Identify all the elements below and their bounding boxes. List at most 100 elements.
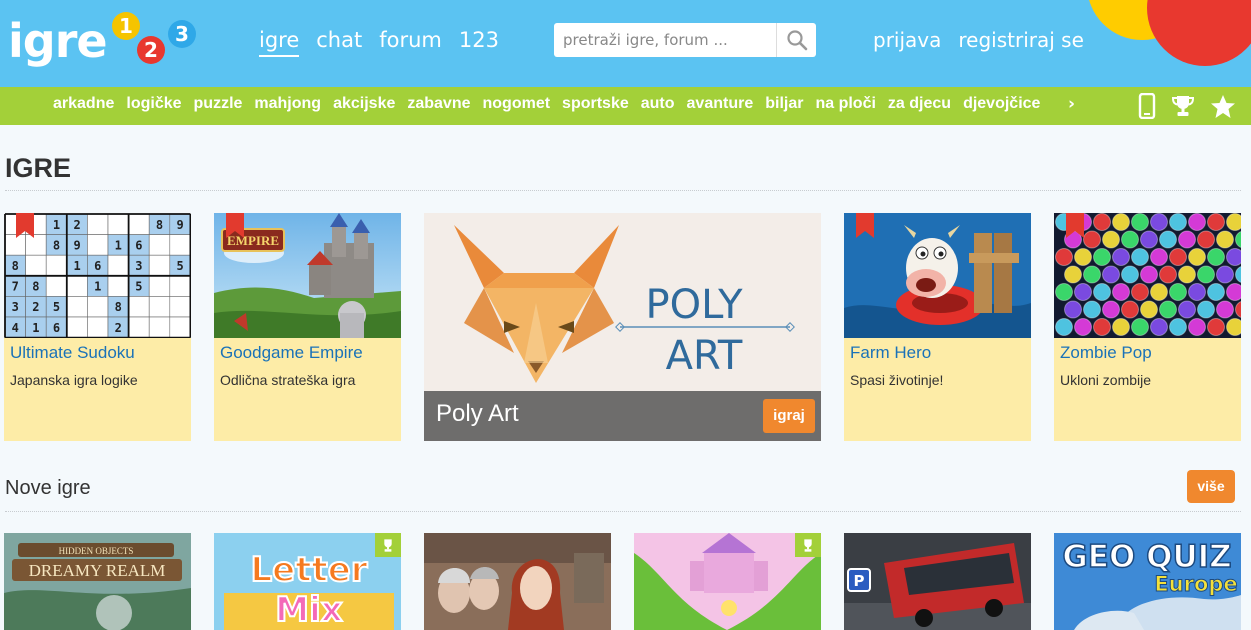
game-thumbnail-empire[interactable]: EMPIRE	[214, 213, 401, 338]
site-logo[interactable]: igre 1 2 3	[8, 8, 203, 68]
bubble	[1083, 265, 1101, 284]
bubble	[1093, 213, 1111, 231]
sudoku-cell	[25, 234, 47, 256]
category-sportske[interactable]: sportske	[562, 95, 629, 113]
featured-game-poly-art[interactable]: POLY ART Poly Art igraj	[424, 213, 821, 441]
game-title[interactable]: Farm Hero	[850, 343, 931, 363]
nav-igre[interactable]: igre	[259, 28, 300, 57]
bubble	[1112, 318, 1130, 336]
category-logicke[interactable]: logičke	[126, 95, 181, 113]
new-game-castle-pinball[interactable]	[634, 533, 821, 630]
bubble	[1188, 213, 1206, 231]
search-input[interactable]	[554, 23, 776, 57]
nav-123[interactable]: 123	[459, 28, 499, 57]
bubble	[1112, 283, 1130, 301]
bubble	[1188, 283, 1206, 301]
game-description: Japanska igra logike	[10, 372, 138, 388]
featured-game-title[interactable]: Poly Art	[436, 400, 519, 428]
category-arkadne[interactable]: arkadne	[53, 95, 114, 113]
sudoku-cell	[148, 296, 171, 318]
category-auto[interactable]: auto	[641, 95, 675, 113]
bubble	[1197, 265, 1215, 284]
category-djevojcice[interactable]: djevojčice	[963, 95, 1040, 113]
trophy-icon[interactable]	[1170, 94, 1196, 118]
bubble	[1055, 318, 1073, 336]
bubble	[1207, 318, 1225, 336]
featured-game-bar: Poly Art igraj	[424, 391, 821, 441]
game-thumbnail-sudoku[interactable]: 1289891681635781532584162	[4, 213, 191, 338]
game-description: Spasi životinje!	[850, 372, 944, 388]
category-avanture[interactable]: avanture	[687, 95, 754, 113]
game-title[interactable]: Ultimate Sudoku	[10, 343, 135, 363]
logo-text: igre	[8, 14, 108, 68]
category-biljar[interactable]: biljar	[765, 95, 803, 113]
game-card-ultimate-sudoku[interactable]: 1289891681635781532584162 Ultimate Sudok…	[4, 213, 191, 441]
mobile-icon[interactable]	[1138, 93, 1156, 119]
bubble	[1121, 300, 1139, 319]
bubble	[1169, 318, 1187, 336]
sudoku-cell	[148, 316, 171, 338]
game-title[interactable]: Zombie Pop	[1060, 343, 1152, 363]
search-box	[554, 23, 816, 57]
sudoku-cell	[148, 254, 171, 277]
bubble	[1140, 265, 1158, 284]
geo-quiz-image: GEO QUIZ Europe	[1054, 533, 1241, 630]
sudoku-digit: 6	[135, 238, 142, 252]
new-game-bus-parking[interactable]: P	[844, 533, 1031, 630]
search-button[interactable]	[776, 23, 816, 57]
logo-number-3: 3	[168, 20, 196, 48]
game-card-zombie-pop[interactable]: Zombie Pop Ukloni zombije	[1054, 213, 1241, 441]
bubble	[1131, 213, 1149, 231]
sudoku-digit: 1	[32, 321, 39, 335]
game-title[interactable]: Goodgame Empire	[220, 343, 363, 363]
game-thumbnail-zombie-pop[interactable]	[1054, 213, 1241, 338]
bubble	[1112, 213, 1130, 231]
category-puzzle[interactable]: puzzle	[194, 95, 243, 113]
game-card-goodgame-empire[interactable]: EMPIRE Goodgame Empire Odlična strateška…	[214, 213, 401, 441]
section-heading-nove-igre: Nove igre	[5, 477, 91, 499]
bubble	[1226, 213, 1241, 231]
game-card-farm-hero[interactable]: Farm Hero Spasi životinje!	[844, 213, 1031, 441]
sudoku-cell	[45, 275, 68, 297]
sudoku-cell	[66, 296, 88, 318]
bubble	[1112, 248, 1130, 266]
sudoku-digit: 6	[53, 321, 60, 335]
category-na-ploci[interactable]: na ploči	[815, 95, 875, 113]
sudoku-digit: 3	[12, 300, 19, 314]
sudoku-digit: 2	[32, 300, 39, 314]
dreamy-realm-image: HIDDEN OBJECTS DREAMY REALM	[4, 533, 191, 630]
more-button[interactable]: više	[1187, 470, 1235, 503]
category-za-djecu[interactable]: za djecu	[888, 95, 951, 113]
poly-art-logo-poly: POLY	[645, 282, 743, 328]
category-next-chevron-icon[interactable]: ›	[1068, 94, 1075, 114]
bubble	[1093, 283, 1111, 301]
bubble	[1207, 283, 1225, 301]
category-mahjong[interactable]: mahjong	[254, 95, 321, 113]
bubble	[1207, 213, 1225, 231]
category-nogomet[interactable]: nogomet	[483, 95, 551, 113]
category-akcijske[interactable]: akcijske	[333, 95, 395, 113]
new-game-geo-quiz-europe[interactable]: GEO QUIZ Europe	[1054, 533, 1241, 630]
bubble	[1150, 318, 1168, 336]
play-button[interactable]: igraj	[763, 399, 815, 433]
bubble	[1207, 248, 1225, 266]
sudoku-cell	[169, 296, 191, 318]
bubble	[1197, 230, 1215, 249]
nav-chat[interactable]: chat	[316, 28, 362, 57]
login-link[interactable]: prijava	[873, 28, 941, 52]
new-game-family-mystery[interactable]	[424, 533, 611, 630]
sudoku-cell	[148, 275, 171, 297]
register-link[interactable]: registriraj se	[958, 28, 1084, 52]
bubble	[1169, 248, 1187, 266]
geo-quiz-title: GEO QUIZ	[1062, 539, 1231, 575]
bubble	[1093, 248, 1111, 266]
bubble	[1121, 230, 1139, 249]
game-thumbnail-farm-hero[interactable]	[844, 213, 1031, 338]
new-game-letter-mix[interactable]: Letter Mix	[214, 533, 401, 630]
sudoku-digit: 5	[53, 300, 60, 314]
new-game-hidden-objects-dreamy-realm[interactable]: HIDDEN OBJECTS DREAMY REALM	[4, 533, 191, 630]
nav-forum[interactable]: forum	[379, 28, 442, 57]
bubble	[1159, 265, 1177, 284]
category-zabavne[interactable]: zabavne	[407, 95, 470, 113]
star-icon[interactable]	[1210, 94, 1236, 119]
